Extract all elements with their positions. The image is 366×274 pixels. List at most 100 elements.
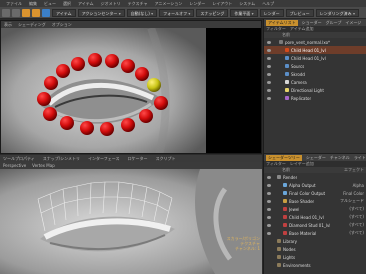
auto-dropdown[interactable]: 自動(なし): [126, 8, 158, 17]
menu-item-system[interactable]: システム: [239, 1, 255, 7]
list-item[interactable]: Jewel (すべて): [264, 205, 366, 213]
action-center-dropdown[interactable]: アクションセンター: [77, 8, 125, 17]
menu-item-edit[interactable]: 編集: [29, 1, 37, 7]
viewport-vmap-menu[interactable]: Vertex Map: [32, 163, 55, 168]
visibility-icon[interactable]: [267, 72, 271, 76]
folder-icon: [277, 247, 281, 251]
visibility-icon[interactable]: [267, 231, 271, 235]
rendered-dropdown[interactable]: レンダリング済み: [315, 8, 359, 17]
viewport-shading-menu[interactable]: シェーディング: [18, 22, 46, 28]
visibility-icon[interactable]: [267, 96, 271, 100]
tab-lights[interactable]: ライト: [354, 155, 366, 161]
list-item[interactable]: Skrodd: [264, 70, 366, 78]
visibility-icon[interactable]: [267, 207, 271, 211]
list-item[interactable]: Directional Light: [264, 86, 366, 94]
viewport-bottom[interactable]: Perspective Vertex Map: [0, 162, 262, 274]
material-mode-icon[interactable]: [32, 8, 40, 17]
menu-item-view[interactable]: ビュー: [44, 1, 56, 7]
visibility-icon[interactable]: [267, 56, 271, 60]
list-item[interactable]: Nodes: [264, 245, 366, 253]
menu-item-geometry[interactable]: ジオメトリ: [101, 1, 121, 7]
list-item[interactable]: Camera: [264, 78, 366, 86]
tab-snap-symmetry[interactable]: スナップ/シンメトリ: [43, 156, 80, 162]
list-item[interactable]: Child Head 01_lvl: [264, 54, 366, 62]
item-label: Replicator: [291, 95, 312, 101]
selected-bead[interactable]: [147, 78, 161, 92]
eye-mesh-viewport[interactable]: [1, 28, 206, 154]
visibility-icon[interactable]: [267, 48, 271, 52]
menu-item-file[interactable]: ファイル: [6, 1, 22, 7]
visibility-icon[interactable]: [267, 40, 271, 44]
list-item[interactable]: Lights: [264, 253, 366, 261]
menu-item-layout[interactable]: レイアウト: [212, 1, 232, 7]
viewport-bottom-header: Perspective Vertex Map: [0, 162, 262, 169]
visibility-icon[interactable]: [267, 88, 271, 92]
tab-item-list[interactable]: アイテムリスト: [266, 19, 298, 26]
list-item[interactable]: Replicator: [264, 94, 366, 102]
preview-button[interactable]: プレビュー: [285, 8, 314, 17]
material-icon: [283, 223, 287, 227]
visibility-icon[interactable]: [267, 223, 271, 227]
menu-item-texture[interactable]: テクスチャ: [128, 1, 148, 7]
item-effect: (すべて): [349, 230, 364, 235]
list-item[interactable]: Final Color Output Final Color: [264, 189, 366, 197]
menu-item-animation[interactable]: アニメーション: [154, 1, 182, 7]
item-label: Child Head 01_lvl: [291, 47, 326, 53]
output-icon: [283, 191, 287, 195]
falloff-dropdown[interactable]: フォールオフ: [159, 8, 195, 17]
menu-item-render[interactable]: レンダー: [189, 1, 205, 7]
mesh-icon: [285, 56, 289, 60]
visibility-icon[interactable]: [267, 80, 271, 84]
snapping-button[interactable]: スナッピング: [196, 8, 229, 17]
tab-channels[interactable]: チャンネル: [330, 155, 350, 161]
list-item[interactable]: Sourcs: [264, 62, 366, 70]
item-label: Skrodd: [291, 71, 305, 77]
tab-shader-tree[interactable]: シェーダーツリー: [266, 154, 302, 161]
tab-interface[interactable]: インターフェース: [88, 156, 120, 162]
visibility-icon[interactable]: [267, 64, 271, 68]
list-item[interactable]: Base Shader フルシェード: [264, 197, 366, 205]
menu-item-item[interactable]: アイテム: [78, 1, 94, 7]
visibility-icon[interactable]: [267, 215, 271, 219]
item-mode-button[interactable]: アイテム: [52, 8, 76, 17]
edge-mode-icon[interactable]: [12, 8, 20, 17]
visibility-icon[interactable]: [267, 175, 271, 179]
shader-panel-tabs: シェーダーツリー シェーダー チャンネル ライト: [264, 154, 366, 161]
viewport-view-menu[interactable]: Perspective: [3, 163, 26, 168]
bottom-tab-bar: ツールプロパティ スナップ/シンメトリ インターフェース ロケーター スクリプト: [0, 155, 262, 162]
tab-shaders[interactable]: シェーダー: [306, 155, 326, 161]
vertex-mode-icon[interactable]: [2, 8, 10, 17]
visibility-icon[interactable]: [267, 199, 271, 203]
visibility-icon[interactable]: [267, 183, 271, 187]
menu-item-help[interactable]: ヘルプ: [262, 1, 274, 7]
item-label: Sourcs: [291, 63, 305, 69]
list-item[interactable]: Child Head 01_lvl (すべて): [264, 213, 366, 221]
menu-item-select[interactable]: 選択: [63, 1, 71, 7]
list-item[interactable]: Alpha Output Alpha: [264, 181, 366, 189]
list-item[interactable]: Environments: [264, 261, 366, 269]
list-item[interactable]: Diamond Stud 01_lvl (すべて): [264, 221, 366, 229]
work-plane-dropdown[interactable]: 作業平面: [230, 8, 258, 17]
item-label: Lights: [283, 254, 296, 260]
list-item[interactable]: Render: [264, 173, 366, 181]
item-label: Base Material: [289, 230, 317, 236]
polygon-mode-icon[interactable]: [22, 8, 30, 17]
tab-locator[interactable]: ロケーター: [128, 156, 148, 162]
viewport-display-menu[interactable]: 表示: [4, 22, 12, 28]
tab-tool-properties[interactable]: ツールプロパティ: [3, 156, 35, 162]
tab-images[interactable]: イメージ: [345, 20, 361, 26]
list-item[interactable]: Library: [264, 237, 366, 245]
list-item[interactable]: pore_vent_normal.lxo*: [264, 38, 366, 46]
list-item[interactable]: Child Head 01_lvl: [264, 46, 366, 54]
tab-shader[interactable]: ショーダー: [302, 20, 322, 26]
eyelash-mesh-viewport[interactable]: [0, 169, 262, 274]
item-mode-icon[interactable]: [42, 8, 50, 17]
visibility-icon[interactable]: [267, 191, 271, 195]
viewport-top[interactable]: 表示 シェーディング オプション: [0, 20, 262, 154]
list-item[interactable]: Base Material (すべて): [264, 229, 366, 237]
tab-groups[interactable]: グループ: [326, 20, 342, 26]
tab-script[interactable]: スクリプト: [156, 156, 176, 162]
render-button[interactable]: レンダー: [259, 8, 284, 17]
viewport-options-menu[interactable]: オプション: [52, 22, 72, 28]
item-label: Final Color Output: [289, 190, 326, 196]
